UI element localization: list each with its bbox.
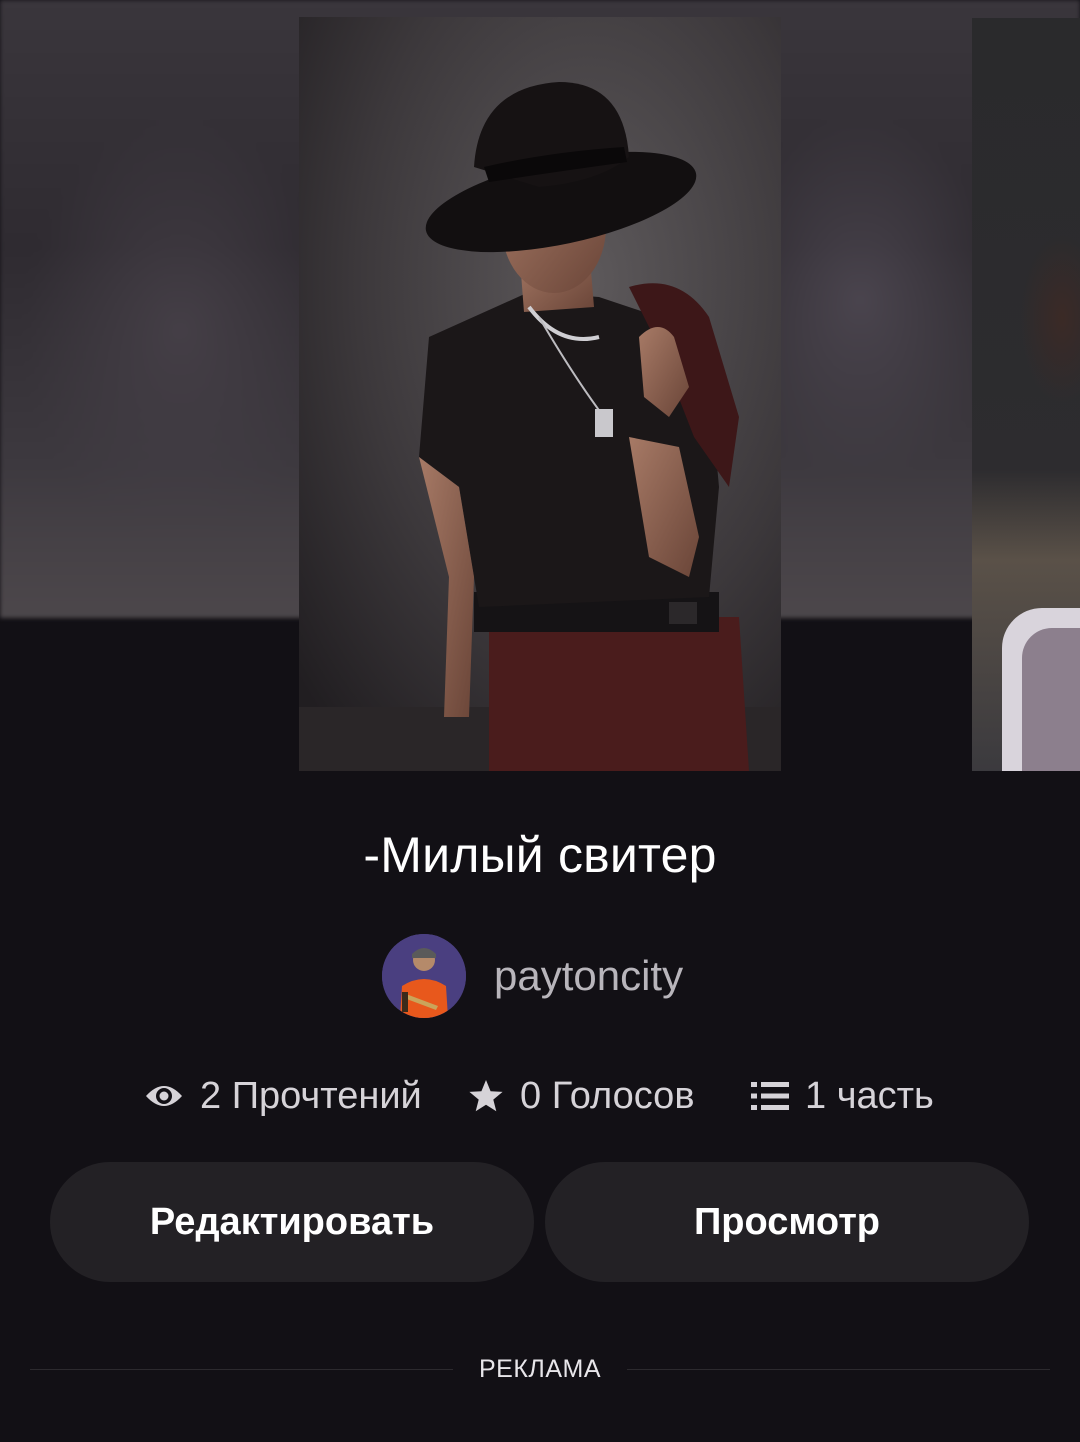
ad-divider-line-right xyxy=(627,1368,1050,1370)
ad-label: РЕКЛАМА xyxy=(479,1354,601,1383)
eye-icon xyxy=(144,1082,184,1110)
author-row[interactable]: paytoncity xyxy=(382,933,683,1019)
author-name[interactable]: paytoncity xyxy=(494,952,683,1000)
reads-count: 2 Прочтений xyxy=(200,1074,422,1117)
edit-button[interactable]: Редактировать xyxy=(50,1162,534,1282)
author-avatar[interactable] xyxy=(382,934,466,1018)
story-cover-image[interactable] xyxy=(299,17,781,771)
cover-photo xyxy=(299,17,781,771)
story-title: -Милый свитер xyxy=(363,827,717,883)
star-icon xyxy=(468,1079,504,1113)
list-icon xyxy=(751,1080,789,1112)
avatar-image xyxy=(382,934,466,1018)
votes-count: 0 Голосов xyxy=(520,1074,695,1117)
cover-collar-inner xyxy=(1022,628,1080,771)
view-button[interactable]: Просмотр xyxy=(545,1162,1029,1282)
ad-divider-line-left xyxy=(30,1368,453,1370)
story-stats: 2 Прочтений 0 Голосов 1 часть xyxy=(0,1066,1080,1126)
parts-stat: 1 часть xyxy=(751,1066,934,1126)
parts-count: 1 часть xyxy=(805,1074,934,1117)
votes-stat: 0 Голосов xyxy=(468,1066,695,1126)
next-story-cover[interactable] xyxy=(972,18,1080,771)
ad-divider: РЕКЛАМА xyxy=(30,1352,1050,1386)
reads-stat: 2 Прочтений xyxy=(144,1066,422,1126)
story-details-screen: -Милый свитер paytoncity 2 Прочтений 0 Г… xyxy=(0,0,1080,1442)
